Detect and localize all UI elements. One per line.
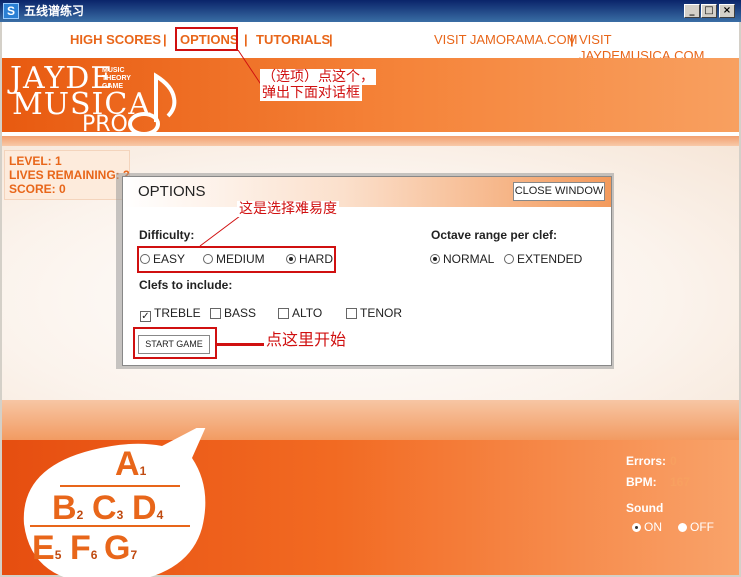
music-note-icon <box>128 72 177 136</box>
bass-label: BASS <box>224 306 257 320</box>
start-annotation: 点这里开始 <box>264 330 349 350</box>
note-letter-b: B2 <box>52 490 83 526</box>
dialog-header: OPTIONS CLOSE WINDOW <box>123 177 611 207</box>
logo-line-3: PRO <box>82 112 128 137</box>
bpm-label: BPM: <box>626 475 657 489</box>
note-letter-label: B <box>52 489 77 527</box>
octave-normal-label: NORMAL <box>443 252 495 266</box>
treble-checkbox[interactable]: ✓ TREBLE <box>140 306 201 322</box>
difficulty-callout-line <box>199 215 241 247</box>
note-letter-f: F6 <box>70 530 97 566</box>
note-letter-label: F <box>70 529 91 567</box>
dialog-title: OPTIONS <box>138 183 206 200</box>
octave-range-label: Octave range per clef: <box>431 228 558 242</box>
treble-label: TREBLE <box>154 306 201 320</box>
sound-off-label: OFF <box>690 520 714 534</box>
checkbox-icon <box>210 308 221 319</box>
note-letter-label: A <box>115 445 140 483</box>
minimize-button[interactable]: _ <box>684 4 700 18</box>
radio-icon <box>504 254 514 264</box>
difficulty-highlight <box>137 246 336 273</box>
difficulty-annotation: 这是选择难易度 <box>237 201 339 217</box>
score-text: SCORE: 0 <box>9 182 66 196</box>
header-gradient <box>2 136 739 146</box>
title-bar[interactable]: S 五线谱练习 _ □ × <box>0 0 741 22</box>
start-highlight <box>133 327 217 359</box>
note-letter-number: 4 <box>156 508 164 522</box>
options-annotation-2: 弹出下面对话框 <box>260 85 362 101</box>
radio-selected-icon <box>430 254 440 264</box>
options-annotation-1: （选项）点这个， <box>260 69 376 85</box>
checkbox-icon <box>278 308 289 319</box>
note-letter-number: 1 <box>139 464 147 478</box>
difficulty-label: Difficulty: <box>139 228 195 242</box>
nav-separator: | <box>570 32 574 47</box>
nav-high-scores[interactable]: HIGH SCORES <box>70 32 161 48</box>
game-status-panel: Errors: 0 BPM: 167 Sound ON OFF <box>626 454 738 574</box>
note-letter-number: 7 <box>130 548 138 562</box>
top-nav: HIGH SCORES | OPTIONS | TUTORIALS | VISI… <box>2 22 739 63</box>
sound-off-radio[interactable]: OFF <box>678 520 714 534</box>
bpm-value: 167 <box>670 475 691 489</box>
link-jamorama[interactable]: VISIT JAMORAMA.COM <box>434 32 578 48</box>
alto-checkbox[interactable]: ALTO <box>278 306 322 320</box>
octave-extended-label: EXTENDED <box>517 252 583 266</box>
sound-on-label: ON <box>644 520 662 534</box>
nav-separator: | <box>163 32 167 47</box>
clefs-label: Clefs to include: <box>139 278 233 292</box>
bass-checkbox[interactable]: BASS <box>210 306 256 320</box>
note-letter-a: A1 <box>115 446 146 482</box>
stats-panel: LEVEL: 1 LIVES REMAINING: 2 SCORE: 0 <box>4 150 130 200</box>
octave-extended-radio[interactable]: EXTENDED <box>504 252 582 266</box>
sound-label: Sound <box>626 501 664 515</box>
errors-value: 0 <box>670 454 677 468</box>
jayde-musica-logo: JAYDE MUSICA PRO MUSIC THEORY GAME <box>10 64 180 137</box>
note-letter-d: D4 <box>132 490 163 526</box>
close-dialog-button[interactable]: CLOSE WINDOW <box>513 182 605 201</box>
sound-on-radio[interactable]: ON <box>632 520 662 534</box>
note-letter-number: 5 <box>54 548 62 562</box>
tenor-label: TENOR <box>360 306 402 320</box>
note-letter-label: D <box>132 489 157 527</box>
note-letter-label: C <box>92 489 117 527</box>
tenor-checkbox[interactable]: TENOR <box>346 306 402 320</box>
window-title: 五线谱练习 <box>24 4 85 18</box>
checkbox-icon <box>346 308 357 319</box>
start-callout-line <box>217 343 265 346</box>
nav-tutorials[interactable]: TUTORIALS <box>256 32 330 48</box>
level-text: LEVEL: 1 <box>9 154 62 168</box>
errors-label: Errors: <box>626 454 667 468</box>
radio-selected-icon <box>632 523 641 532</box>
nav-separator: | <box>244 32 248 47</box>
lives-text: LIVES REMAINING: 2 <box>9 168 130 182</box>
alto-label: ALTO <box>292 306 323 320</box>
maximize-button[interactable]: □ <box>701 4 717 18</box>
nav-separator: | <box>329 32 333 47</box>
note-letter-g: G7 <box>104 530 137 566</box>
note-letter-c: C3 <box>92 490 123 526</box>
octave-normal-radio[interactable]: NORMAL <box>430 252 494 266</box>
note-letter-e: E5 <box>32 530 61 566</box>
options-highlight <box>175 27 238 51</box>
note-letter-label: G <box>104 529 131 567</box>
note-letter-number: 6 <box>90 548 98 562</box>
app-icon: S <box>3 3 19 19</box>
close-window-button[interactable]: × <box>719 4 735 18</box>
note-letter-number: 2 <box>76 508 84 522</box>
note-letter-number: 3 <box>116 508 124 522</box>
checkbox-checked-icon: ✓ <box>140 311 151 322</box>
radio-icon <box>678 523 687 532</box>
note-letter-label: E <box>32 529 55 567</box>
